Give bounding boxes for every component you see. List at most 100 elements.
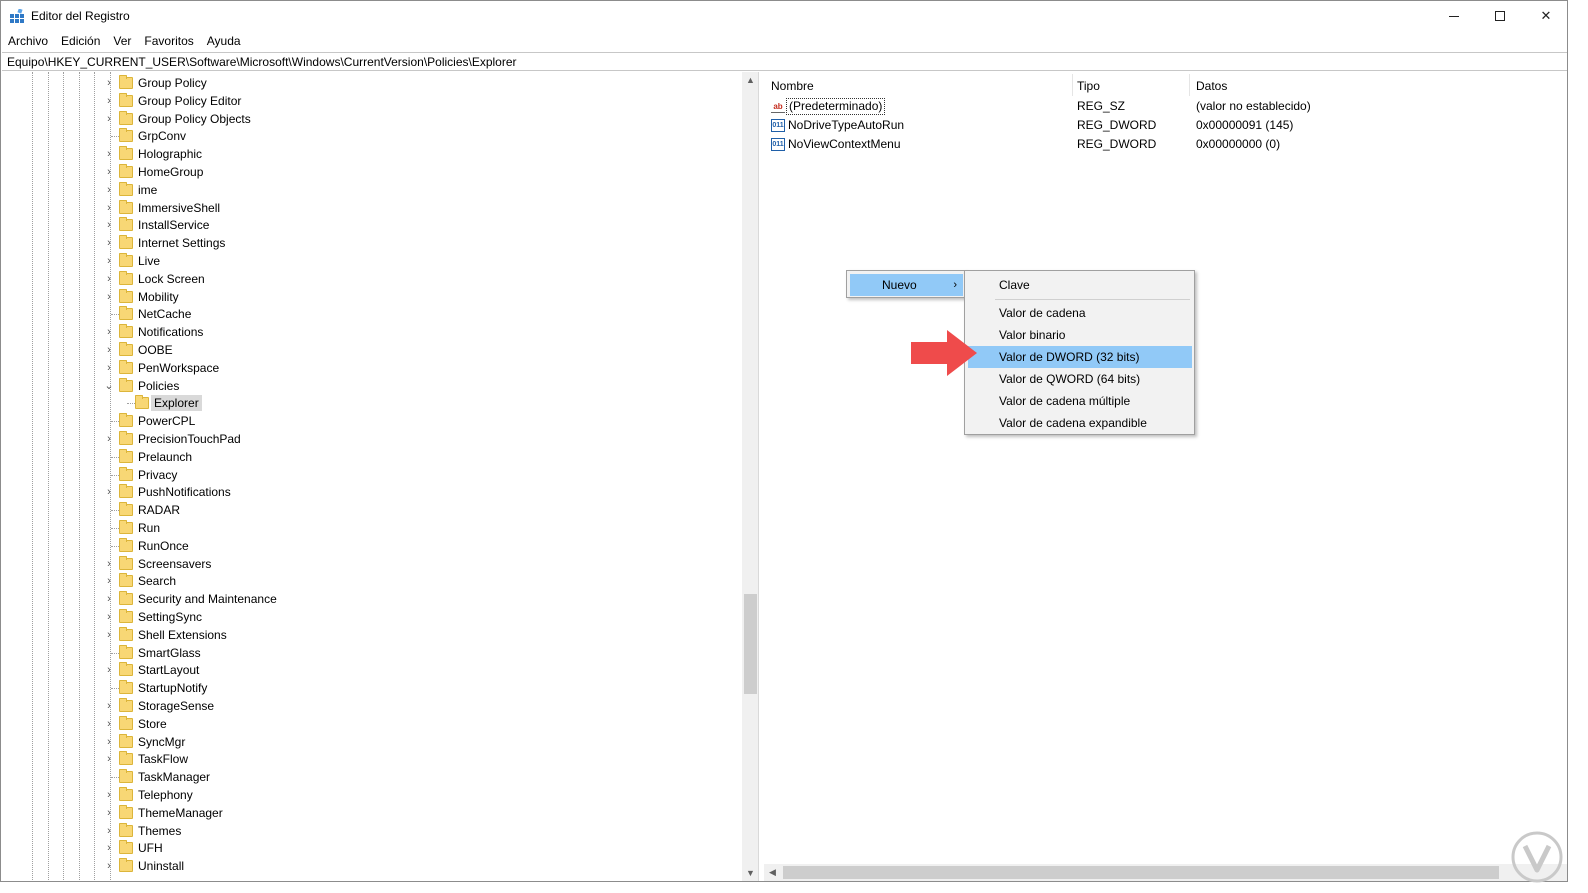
chevron-right-icon[interactable]: › [103,557,115,571]
tree-item[interactable]: › Group Policy Editor [1,92,741,110]
tree-item[interactable]: Prelaunch [1,448,741,466]
tree-item[interactable]: › Shell Extensions [1,626,741,644]
scroll-thumb[interactable] [783,866,1499,879]
tree-item[interactable]: › Lock Screen [1,270,741,288]
column-header-type[interactable]: Tipo [1070,76,1100,96]
submenu-item-valor-dword[interactable]: Valor de DWORD (32 bits) [968,346,1192,368]
submenu-item-valor-cadena[interactable]: Valor de cadena [968,302,1192,324]
column-header-name[interactable]: Nombre [764,76,814,96]
chevron-right-icon[interactable]: › [103,806,115,820]
tree-item[interactable]: › Group Policy Objects [1,110,741,128]
menu-ayuda[interactable]: Ayuda [200,31,247,51]
menu-ver[interactable]: Ver [106,31,137,51]
tree-item[interactable]: › ThemeManager [1,804,741,822]
minimize-button[interactable] [1431,1,1477,31]
chevron-right-icon[interactable]: › [103,76,115,90]
chevron-right-icon[interactable]: › [103,859,115,873]
tree-vertical-scrollbar[interactable]: ▲ ▼ [742,72,758,881]
tree-item[interactable]: NetCache [1,305,741,323]
tree-item[interactable]: › StorageSense [1,697,741,715]
chevron-right-icon[interactable]: › [103,147,115,161]
tree-item[interactable]: › Internet Settings [1,234,741,252]
tree-item[interactable]: › Themes [1,822,741,840]
value-row[interactable]: ab (Predeterminado) REG_SZ (valor no est… [764,97,1564,116]
chevron-right-icon[interactable]: › [103,343,115,357]
tree-item[interactable]: › InstallService [1,216,741,234]
submenu-item-valor-qword[interactable]: Valor de QWORD (64 bits) [968,368,1192,390]
chevron-right-icon[interactable]: › [103,628,115,642]
tree-item[interactable]: › SyncMgr [1,733,741,751]
scroll-down-icon[interactable]: ▼ [742,865,758,881]
tree-item[interactable]: › Holographic [1,145,741,163]
chevron-right-icon[interactable]: › [103,610,115,624]
tree-item[interactable]: › Store [1,715,741,733]
tree-item[interactable]: TaskManager [1,768,741,786]
chevron-right-icon[interactable]: › [103,788,115,802]
chevron-right-icon[interactable]: › [103,254,115,268]
chevron-right-icon[interactable]: › [103,717,115,731]
chevron-right-icon[interactable]: › [103,236,115,250]
tree-item[interactable]: › ImmersiveShell [1,199,741,217]
close-button[interactable]: ✕ [1523,1,1567,31]
chevron-right-icon[interactable]: › [103,735,115,749]
chevron-right-icon[interactable]: › [103,361,115,375]
chevron-right-icon[interactable]: › [103,183,115,197]
tree-item[interactable]: PowerCPL [1,412,741,430]
tree-item[interactable]: SmartGlass [1,644,741,662]
tree-item[interactable]: Explorer [1,394,741,412]
chevron-right-icon[interactable]: › [103,699,115,713]
chevron-right-icon[interactable]: › [103,663,115,677]
chevron-right-icon[interactable]: › [103,112,115,126]
chevron-down-icon[interactable]: ⌄ [103,379,115,393]
value-row[interactable]: 011 NoDriveTypeAutoRun REG_DWORD 0x00000… [764,116,1564,135]
tree-item[interactable]: › StartLayout [1,661,741,679]
tree-item[interactable]: StartupNotify [1,679,741,697]
chevron-right-icon[interactable]: › [103,165,115,179]
menu-archivo[interactable]: Archivo [1,31,54,51]
tree-item[interactable]: › Group Policy [1,74,741,92]
chevron-right-icon[interactable]: › [103,201,115,215]
tree-item[interactable]: GrpConv [1,127,741,145]
address-bar[interactable]: Equipo\HKEY_CURRENT_USER\Software\Micros… [2,52,1567,71]
submenu-item-clave[interactable]: Clave [968,274,1192,296]
tree-item[interactable]: RunOnce [1,537,741,555]
tree-item[interactable]: › PushNotifications [1,483,741,501]
tree-item[interactable]: › Notifications [1,323,741,341]
tree-item[interactable]: › ime [1,181,741,199]
maximize-button[interactable] [1477,1,1523,31]
chevron-right-icon[interactable]: › [103,432,115,446]
chevron-right-icon[interactable]: › [103,841,115,855]
tree-item[interactable]: RADAR [1,501,741,519]
chevron-right-icon[interactable]: › [103,574,115,588]
scroll-left-icon[interactable]: ◀ [764,864,781,881]
chevron-right-icon[interactable]: › [103,218,115,232]
scroll-up-icon[interactable]: ▲ [742,72,758,89]
submenu-item-valor-binario[interactable]: Valor binario [968,324,1192,346]
value-row[interactable]: 011 NoViewContextMenu REG_DWORD 0x000000… [764,135,1564,154]
chevron-right-icon[interactable]: › [103,94,115,108]
scroll-thumb[interactable] [744,594,757,694]
chevron-right-icon[interactable]: › [103,325,115,339]
tree-item[interactable]: › Security and Maintenance [1,590,741,608]
tree-item[interactable]: › PenWorkspace [1,359,741,377]
column-header-data[interactable]: Datos [1189,76,1227,96]
menu-favoritos[interactable]: Favoritos [137,31,199,51]
tree-item[interactable]: › OOBE [1,341,741,359]
chevron-right-icon[interactable]: › [103,485,115,499]
chevron-right-icon[interactable]: › [103,290,115,304]
tree-item[interactable]: › Screensavers [1,555,741,573]
tree-item[interactable]: › Mobility [1,288,741,306]
chevron-right-icon[interactable]: › [103,272,115,286]
tree-item[interactable]: › PrecisionTouchPad [1,430,741,448]
tree-item[interactable]: Run [1,519,741,537]
tree-item[interactable]: › Live [1,252,741,270]
tree-item[interactable]: ⌄ Policies [1,377,741,395]
submenu-item-valor-cadena-multiple[interactable]: Valor de cadena múltiple [968,390,1192,412]
tree-item[interactable]: › HomeGroup [1,163,741,181]
tree-item[interactable]: › TaskFlow [1,750,741,768]
submenu-item-valor-cadena-expandible[interactable]: Valor de cadena expandible [968,412,1192,434]
tree-item[interactable]: › Search [1,572,741,590]
chevron-right-icon[interactable]: › [103,824,115,838]
tree-item[interactable]: Privacy [1,466,741,484]
tree-item[interactable]: › UFH [1,839,741,857]
